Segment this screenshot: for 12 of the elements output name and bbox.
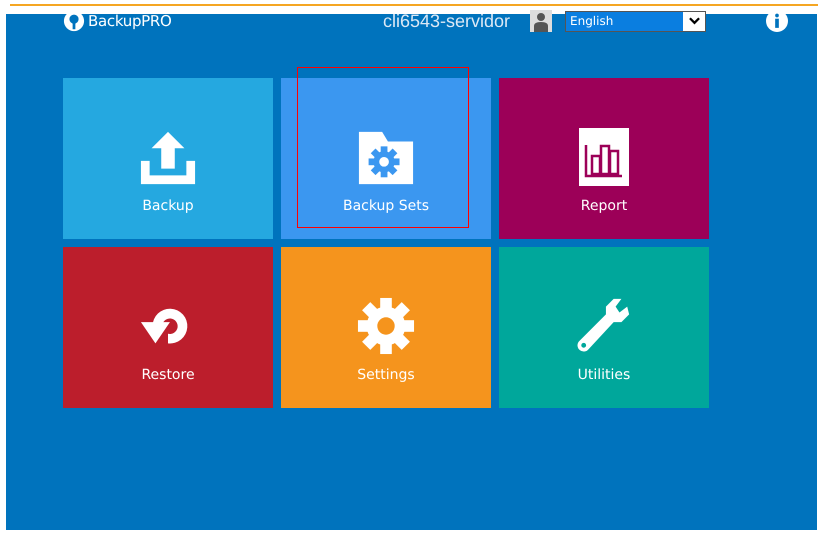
menu-tile[interactable]: Settings — [281, 247, 491, 408]
gear-icon — [357, 297, 415, 355]
menu-tile[interactable]: Restore — [63, 247, 273, 408]
language-select[interactable]: English — [565, 10, 706, 32]
caret-icon — [688, 17, 700, 25]
menu-tile[interactable]: Backup Sets — [281, 78, 491, 239]
app-logo-text: BackupPRO — [88, 12, 172, 30]
menu-tile[interactable]: Report — [499, 78, 709, 239]
menu-tile[interactable]: Utilities — [499, 247, 709, 408]
user-icon — [530, 10, 552, 32]
menu-tile[interactable]: Backup — [63, 78, 273, 239]
hostname: cli6543-servidor — [383, 10, 512, 32]
